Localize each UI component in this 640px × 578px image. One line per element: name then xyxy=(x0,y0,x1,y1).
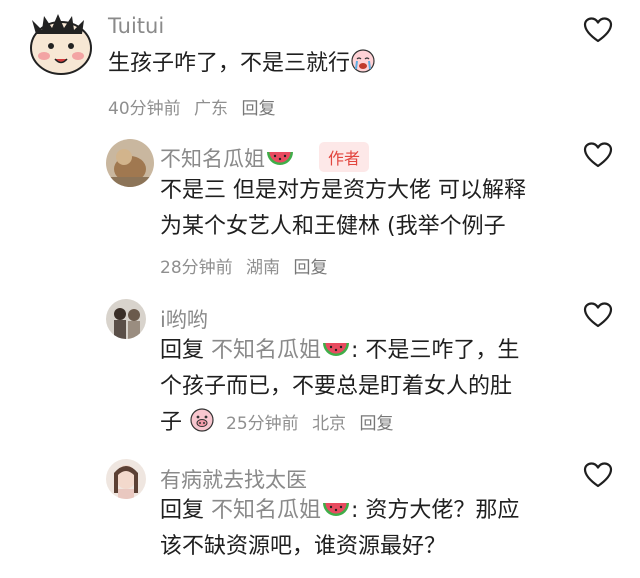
heart-outline-icon[interactable] xyxy=(583,461,613,489)
comment-text: 回复 不知名瓜姐 : 资方大佬？那应 该不缺资源吧，谁资源最好？ xyxy=(160,493,519,565)
mention-link[interactable]: 不知名瓜姐 xyxy=(211,338,351,363)
comment-text-line: 个孩子而已，不要总是盯着女人的肚 xyxy=(160,374,513,399)
heart-outline-icon[interactable] xyxy=(583,141,613,169)
comment-text-content: 子 xyxy=(160,410,183,435)
avatar[interactable] xyxy=(106,459,146,499)
comment-text-line: 子 25分钟前 北京 回复 xyxy=(160,405,519,442)
watermelon-emoji-icon xyxy=(323,343,350,356)
comment-item: i哟哟 回复 不知名瓜姐 : 不是三咋了，生 个孩子而已，不要总是盯着女人的肚 子… xyxy=(0,295,640,455)
mention-text: 不知名瓜姐 xyxy=(211,498,322,523)
reply-prefix: 回复 xyxy=(160,338,205,363)
comment-item: 不知名瓜姐 作者 不是三 但是对方是资方大佬 可以解释 为某个女艺人和王健林 (… xyxy=(0,125,640,295)
comment-username-text: 不知名瓜姐 xyxy=(160,147,265,171)
watermelon-emoji-icon xyxy=(323,503,350,516)
comment-location: 广东 xyxy=(194,99,229,119)
pig-face-emoji-icon xyxy=(190,408,214,432)
comment-location: 湖南 xyxy=(246,258,281,278)
comment-text: 不是三 但是对方是资方大佬 可以解释 为某个女艺人和王健林 (我举个例子 xyxy=(160,173,526,245)
comment-text-line: 回复 不知名瓜姐 : 不是三咋了，生 xyxy=(160,333,519,369)
crying-face-emoji-icon xyxy=(351,49,375,73)
reply-button[interactable]: 回复 xyxy=(241,99,275,119)
author-badge: 作者 xyxy=(319,142,370,172)
avatar[interactable] xyxy=(106,139,154,187)
comment-text-line: 该不缺资源吧，谁资源最好？ xyxy=(160,534,447,559)
avatar[interactable] xyxy=(106,299,146,339)
reply-button[interactable]: 回复 xyxy=(293,258,327,278)
heart-outline-icon[interactable] xyxy=(583,301,613,329)
comment-text-content: 生孩子咋了，不是三就行 xyxy=(108,51,351,76)
comment-text: 回复 不知名瓜姐 : 不是三咋了，生 个孩子而已，不要总是盯着女人的肚 子 25分… xyxy=(160,333,519,442)
reply-prefix: 回复 xyxy=(160,498,205,523)
comment-text-content: : 资方大佬？那应 xyxy=(351,498,520,523)
comment-username[interactable]: i哟哟 xyxy=(160,304,208,334)
comment-time: 25分钟前 xyxy=(226,414,299,434)
avatar[interactable] xyxy=(22,12,100,78)
comment-meta: 25分钟前 北京 回复 xyxy=(226,414,401,434)
comment-time: 40分钟前 xyxy=(108,99,181,119)
comment-text-content: : 不是三咋了，生 xyxy=(351,338,520,363)
comment-time: 28分钟前 xyxy=(160,258,233,278)
comment-username[interactable]: 不知名瓜姐 xyxy=(160,143,295,173)
comment-item: Tuitui 生孩子咋了，不是三就行 40分钟前 广东 回复 xyxy=(0,0,640,125)
comment-meta: 28分钟前 湖南 回复 xyxy=(160,253,335,278)
comment-username[interactable]: 有病就去找太医 xyxy=(160,464,307,494)
heart-outline-icon[interactable] xyxy=(583,16,613,44)
comment-meta: 40分钟前 广东 回复 xyxy=(108,94,283,119)
comment-username[interactable]: Tuitui xyxy=(108,14,164,38)
mention-text: 不知名瓜姐 xyxy=(211,338,322,363)
comment-text-line: 不是三 但是对方是资方大佬 可以解释 xyxy=(160,178,526,203)
comment-text-line: 为某个女艺人和王健林 (我举个例子 xyxy=(160,214,506,239)
reply-button[interactable]: 回复 xyxy=(359,414,393,434)
mention-link[interactable]: 不知名瓜姐 xyxy=(211,498,351,523)
watermelon-emoji-icon xyxy=(267,152,293,165)
comment-text-line: 回复 不知名瓜姐 : 资方大佬？那应 xyxy=(160,493,519,529)
comment-item: 有病就去找太医 回复 不知名瓜姐 : 资方大佬？那应 该不缺资源吧，谁资源最好？ xyxy=(0,455,640,578)
comment-location: 北京 xyxy=(312,414,347,434)
comment-text: 生孩子咋了，不是三就行 xyxy=(108,46,376,82)
